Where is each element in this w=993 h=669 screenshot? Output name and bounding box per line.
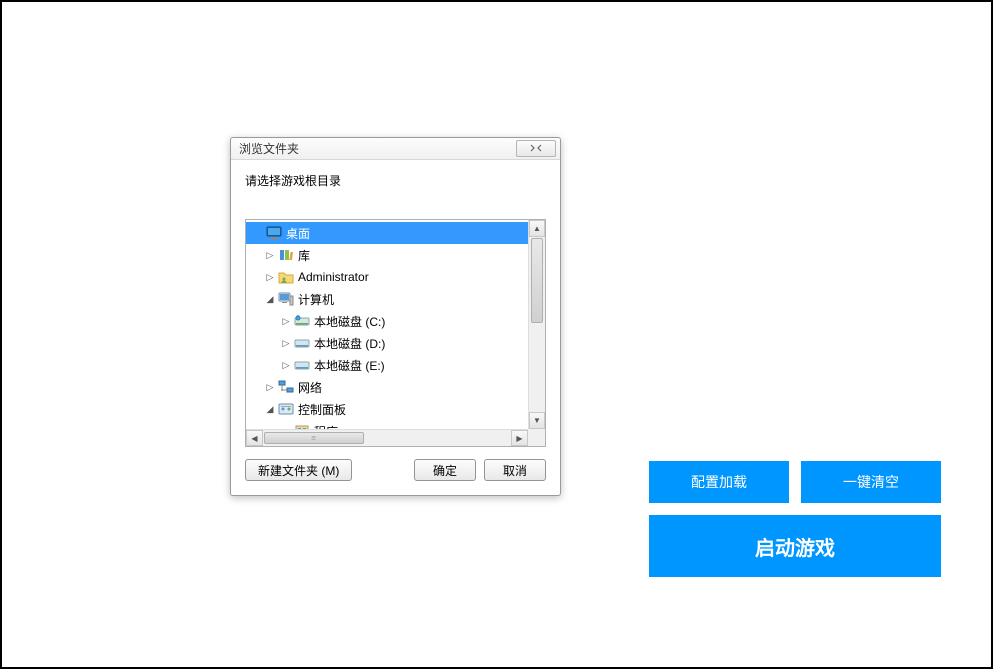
tree-label: Administrator [298,270,369,284]
tree-item-disk-d[interactable]: ▷ 本地磁盘 (D:) [246,332,528,354]
tree-label: 本地磁盘 (C:) [314,313,385,330]
ok-button[interactable]: 确定 [414,459,476,481]
scroll-up-arrow[interactable]: ▲ [529,220,545,237]
tree-item-control-panel[interactable]: ◢ 控制面板 [246,398,528,420]
disk-c-icon [294,313,310,329]
disk-d-icon [294,335,310,351]
dialog-title: 浏览文件夹 [239,140,299,157]
desktop-icon [266,225,282,241]
close-icon [530,144,542,154]
expander-collapsed[interactable]: ▷ [264,271,276,283]
tree-label: 本地磁盘 (D:) [314,335,385,352]
tree-item-network[interactable]: ▷ 网络 [246,376,528,398]
vertical-scrollbar[interactable]: ▲ ▼ [528,220,545,429]
scroll-right-arrow[interactable]: ▶ [511,430,528,446]
horizontal-scrollbar[interactable]: ◀ ≡ ▶ [246,429,528,446]
new-folder-button[interactable]: 新建文件夹 (M) [245,459,352,481]
tree-label: 本地磁盘 (E:) [314,357,385,374]
expander-collapsed[interactable]: ▷ [264,249,276,261]
tree-label: 控制面板 [298,401,346,418]
tree-label: 计算机 [298,291,334,308]
scroll-down-arrow[interactable]: ▼ [529,412,545,429]
tree-item-libraries[interactable]: ▷ 库 [246,244,528,266]
tree-item-desktop[interactable]: ▷ 桌面 [246,222,528,244]
launcher-top-row: 配置加载 一键清空 [649,461,941,503]
network-icon [278,379,294,395]
scroll-left-arrow[interactable]: ◀ [246,430,263,446]
expander-collapsed[interactable]: ▷ [280,315,292,327]
dialog-body: 请选择游戏根目录 ▷ 桌面 ▷ 库 ▷ [231,160,560,495]
dialog-instruction: 请选择游戏根目录 [245,172,546,189]
expander-collapsed[interactable]: ▷ [264,381,276,393]
folder-tree[interactable]: ▷ 桌面 ▷ 库 ▷ [245,219,546,447]
expander-expanded[interactable]: ◢ [264,403,276,415]
tree-label: 库 [298,247,310,264]
dialog-button-row: 新建文件夹 (M) 确定 取消 [245,459,546,481]
expander-collapsed[interactable]: ▷ [280,359,292,371]
control-panel-icon [278,401,294,417]
browse-folder-dialog: 浏览文件夹 请选择游戏根目录 ▷ 桌面 ▷ [230,137,561,496]
expander-collapsed[interactable]: ▷ [280,337,292,349]
tree-label: 网络 [298,379,322,396]
user-folder-icon [278,269,294,285]
tree-item-computer[interactable]: ◢ 计算机 [246,288,528,310]
hscroll-thumb[interactable]: ≡ [264,432,364,444]
tree-scroll-area: ▷ 桌面 ▷ 库 ▷ [246,220,528,429]
start-game-button[interactable]: 启动游戏 [649,515,941,577]
tree-label: 桌面 [286,225,310,242]
close-button[interactable] [516,140,556,157]
tree-item-administrator[interactable]: ▷ Administrator [246,266,528,288]
load-config-button[interactable]: 配置加载 [649,461,789,503]
scroll-corner [528,429,545,446]
computer-icon [278,291,294,307]
disk-e-icon [294,357,310,373]
launcher-panel: 配置加载 一键清空 启动游戏 [649,461,941,577]
tree-item-disk-c[interactable]: ▷ 本地磁盘 (C:) [246,310,528,332]
tree-item-programs[interactable]: ▷ 程序 [246,420,528,429]
cancel-button[interactable]: 取消 [484,459,546,481]
tree-item-disk-e[interactable]: ▷ 本地磁盘 (E:) [246,354,528,376]
vscroll-thumb[interactable] [531,238,543,323]
libraries-icon [278,247,294,263]
clear-all-button[interactable]: 一键清空 [801,461,941,503]
dialog-titlebar[interactable]: 浏览文件夹 [231,138,560,160]
expander-expanded[interactable]: ◢ [264,293,276,305]
